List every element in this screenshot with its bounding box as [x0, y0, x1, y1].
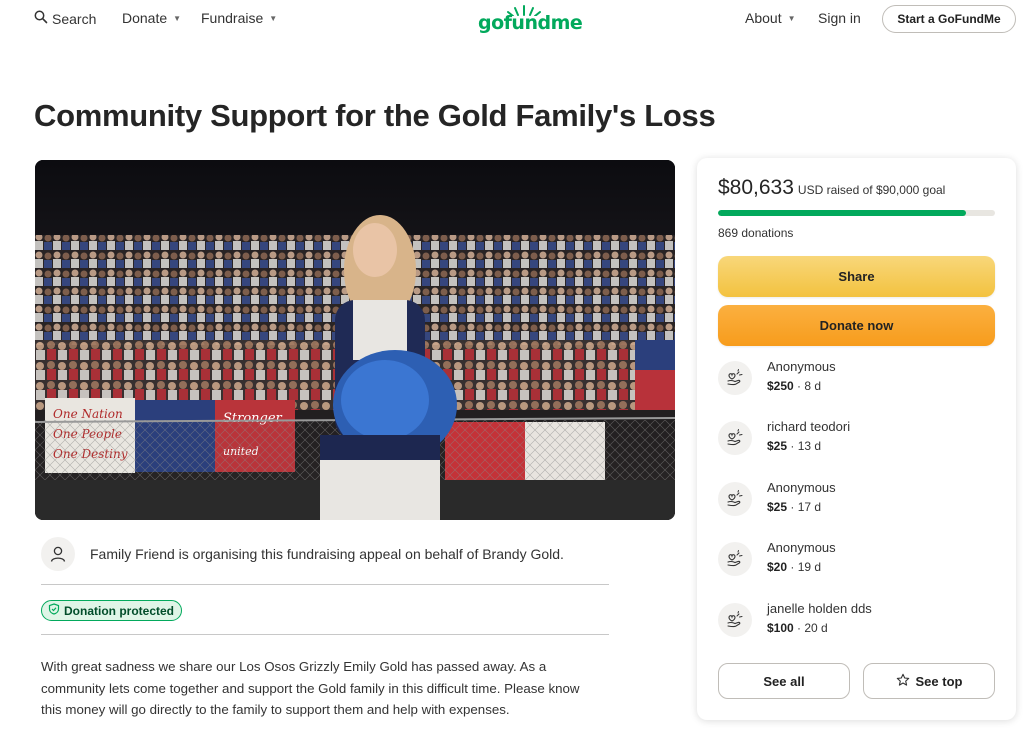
search-icon [34, 10, 48, 27]
progress-fill [718, 210, 967, 216]
star-icon [896, 673, 910, 690]
donation-list-item: Anonymous $25 · 17 d [718, 480, 995, 520]
donor-time: 20 d [804, 621, 828, 635]
about-menu[interactable]: About ▼ [745, 10, 796, 26]
donor-name: Anonymous [767, 480, 836, 495]
gofundme-logo[interactable]: gofundme [478, 4, 583, 34]
see-all-button[interactable]: See all [718, 663, 850, 699]
donate-menu-label: Donate [122, 10, 168, 26]
see-top-label: See top [915, 673, 963, 689]
fundraise-menu[interactable]: Fundraise ▼ [201, 10, 277, 26]
donor-name: janelle holden dds [767, 601, 872, 616]
donor-meta: $250 · 8 d [767, 379, 821, 393]
goal-text: USD raised of $90,000 goal [797, 183, 946, 197]
separator-dot: · [793, 621, 805, 635]
about-menu-label: About [745, 10, 782, 26]
chevron-down-icon: ▼ [269, 13, 278, 23]
search-label: Search [52, 10, 97, 27]
sign-in-label: Sign in [818, 10, 861, 26]
separator-dot: · [787, 439, 798, 453]
donations-count: 869 donations [718, 226, 794, 240]
donation-protected-badge[interactable]: Donation protected [41, 600, 182, 621]
donation-protected-label: Donation protected [64, 603, 174, 618]
donor-meta: $25 · 13 d [767, 439, 821, 453]
donor-amount: $25 [767, 500, 788, 514]
donor-name: richard teodori [767, 419, 851, 434]
progress-bar [718, 210, 995, 216]
donation-list-item: richard teodori $25 · 13 d [718, 419, 995, 459]
donor-meta: $20 · 19 d [767, 560, 821, 574]
donate-menu[interactable]: Donate ▼ [122, 10, 181, 26]
logo-text: gofundme [478, 12, 583, 34]
heart-hand-icon [718, 603, 752, 637]
heart-hand-icon [718, 542, 752, 576]
donation-list-item: Anonymous $250 · 8 d [718, 359, 995, 399]
donor-amount: $100 [767, 621, 794, 635]
donor-amount: $20 [767, 560, 788, 574]
heart-hand-icon [718, 482, 752, 516]
heart-hand-icon [718, 361, 752, 395]
campaign-title: Community Support for the Gold Family's … [34, 98, 716, 133]
separator-dot: · [787, 500, 798, 514]
donor-meta: $25 · 17 d [767, 500, 821, 514]
donor-amount: $25 [767, 439, 788, 453]
top-nav: Search Donate ▼ Fundraise ▼ gofundme Abo… [0, 0, 1024, 38]
donor-time: 19 d [797, 560, 822, 574]
see-top-button[interactable]: See top [863, 663, 995, 699]
hero-photo: One Nation One People One Destiny Strong… [35, 160, 675, 520]
shield-icon [48, 603, 60, 618]
donor-name: Anonymous [767, 359, 836, 374]
donation-list-item: janelle holden dds $100 · 20 d [718, 601, 995, 641]
donor-time: 13 d [797, 439, 822, 453]
donation-list-item: Anonymous $20 · 19 d [718, 540, 995, 580]
donor-time: 17 d [797, 500, 822, 514]
user-icon [41, 537, 75, 571]
divider [41, 634, 609, 635]
chevron-down-icon: ▼ [787, 13, 796, 23]
share-button[interactable]: Share [718, 256, 995, 297]
see-all-label: See all [763, 673, 805, 689]
svg-text:One Nation: One Nation [53, 407, 123, 421]
organizer-row: Family Friend is organising this fundrai… [41, 536, 609, 572]
organizer-text: Family Friend is organising this fundrai… [90, 546, 564, 562]
donor-amount: $250 [767, 379, 794, 393]
donor-time: 8 d [804, 379, 822, 393]
donate-now-button[interactable]: Donate now [718, 305, 995, 346]
search-button[interactable]: Search [34, 10, 96, 27]
campaign-hero-image[interactable]: One Nation One People One Destiny Strong… [35, 160, 675, 520]
donor-name: Anonymous [767, 540, 836, 555]
divider [41, 584, 609, 585]
separator-dot: · [793, 379, 805, 393]
amount-raised: $80,633 [718, 176, 794, 199]
fundraise-menu-label: Fundraise [201, 10, 264, 26]
donation-card: $80,633 USD raised of $90,000 goal 869 d… [697, 158, 1016, 720]
raised-summary: $80,633 USD raised of $90,000 goal [718, 176, 945, 200]
campaign-story: With great sadness we share our Los Osos… [41, 659, 580, 717]
chevron-down-icon: ▼ [173, 13, 182, 23]
heart-hand-icon [718, 421, 752, 455]
sign-in-link[interactable]: Sign in [818, 10, 861, 26]
separator-dot: · [787, 560, 798, 574]
donor-meta: $100 · 20 d [767, 621, 828, 635]
start-gofundme-button[interactable]: Start a GoFundMe [882, 5, 1016, 33]
